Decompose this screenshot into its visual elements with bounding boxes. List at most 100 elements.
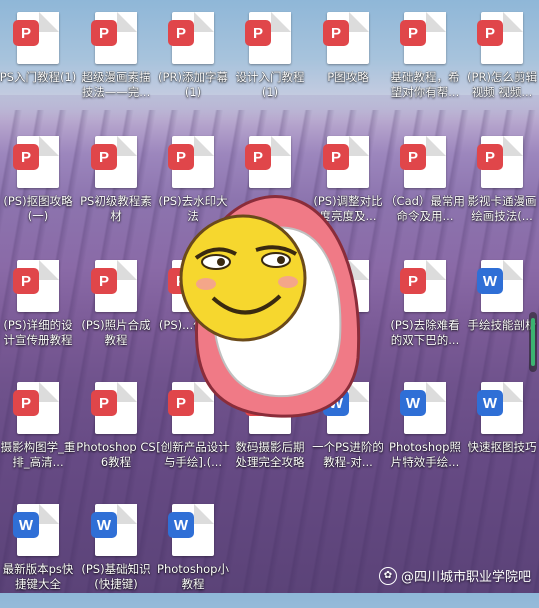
desktop-file-label: 摄影构图学_重排_高清...	[0, 440, 76, 469]
desktop-file-label: 数码摄影后期处理完全攻略	[235, 440, 305, 469]
desktop-file-item[interactable]: P 超级漫画素描技法——完...	[77, 4, 155, 116]
desktop-file-item[interactable]: P (PR)添加字幕(1)	[154, 4, 232, 116]
desktop-file-label: Photoshop CS6教程	[76, 440, 156, 469]
vertical-scrollbar[interactable]	[529, 312, 537, 372]
pdf-badge-icon: P	[13, 144, 39, 170]
pdf-badge-icon: P	[400, 20, 426, 46]
pdf-badge-icon: P	[245, 144, 271, 170]
desktop-file-item[interactable]: P Photoshop CS6教程	[76, 374, 156, 486]
desktop-file-label: (PS)去除难看的双下巴的...	[390, 318, 460, 347]
desktop-file-item[interactable]: W 手绘技能剖析	[463, 252, 539, 364]
pdf-file-icon: P	[245, 136, 291, 188]
pdf-badge-icon: P	[91, 390, 117, 416]
pdf-file-icon: P	[400, 136, 446, 188]
desktop-file-label: 基础教程，希望对你有帮...	[390, 70, 460, 99]
pdf-badge-icon: P	[323, 144, 349, 170]
desktop-file-label: PS入门教程(1)	[0, 70, 77, 84]
pdf-file-icon: P	[13, 136, 59, 188]
pdf-file-icon: P	[13, 382, 59, 434]
desktop-file-label: Photoshop照片特效手绘...	[389, 440, 461, 469]
desktop-file-label: 影视卡通漫画绘画技法(...	[467, 194, 537, 223]
pdf-badge-icon: P	[168, 20, 194, 46]
desktop-file-label: (PR)添加字幕(1)	[158, 70, 228, 99]
pdf-badge-icon: P	[477, 144, 503, 170]
desktop-file-item[interactable]: P (PS)照片合成教程	[77, 252, 155, 364]
pdf-file-icon: P	[13, 12, 59, 64]
pdf-file-icon: P	[323, 12, 369, 64]
word-file-icon: W	[477, 382, 523, 434]
desktop-file-item[interactable]: P 设计入门教程(1)	[231, 4, 309, 116]
pdf-badge-icon: P	[91, 268, 117, 294]
pdf-file-icon: P	[168, 12, 214, 64]
desktop-file-item[interactable]: P PS初级教程素材	[77, 128, 155, 240]
pdf-file-icon: P	[245, 12, 291, 64]
desktop-file-item[interactable]: P (PS)抠图攻略(一)	[0, 128, 77, 240]
desktop-file-item[interactable]: P (PR)怎么剪辑视频 视频...	[463, 4, 539, 116]
desktop-file-label: 快速抠图技巧	[467, 440, 537, 454]
pdf-badge-icon: P	[400, 144, 426, 170]
pdf-file-icon: P	[13, 260, 59, 312]
pdf-file-icon: P	[91, 260, 137, 312]
pdf-badge-icon: P	[91, 144, 117, 170]
desktop-file-label: 手绘技能剖析	[467, 318, 537, 332]
desktop-file-label: (PS)照片合成教程	[81, 318, 151, 347]
word-badge-icon: W	[400, 390, 426, 416]
desktop-file-label: 设计入门教程(1)	[235, 70, 305, 99]
desktop-file-label: [创新产品设计与手绘].(...	[156, 440, 230, 469]
word-badge-icon: W	[13, 512, 39, 538]
desktop-file-item[interactable]: W 快速抠图技巧	[463, 374, 539, 486]
desktop-file-item[interactable]: P 摄影构图学_重排_高清...	[0, 374, 77, 486]
desktop-file-item[interactable]: W Photoshop照片特效手绘...	[386, 374, 464, 486]
desktop-file-label: 最新版本ps快捷键大全	[2, 562, 74, 591]
desktop-file-label: (PS)基础知识(快捷键)	[81, 562, 151, 591]
pdf-file-icon: P	[91, 382, 137, 434]
word-file-icon: W	[91, 504, 137, 556]
desktop-file-label: (PR)怎么剪辑视频 视频...	[467, 70, 537, 99]
pdf-file-icon: P	[477, 136, 523, 188]
desktop-file-label: (PS)详细的设计宣传册教程	[3, 318, 73, 347]
pdf-file-icon: P	[323, 136, 369, 188]
pdf-file-icon: P	[400, 12, 446, 64]
word-file-icon: W	[13, 504, 59, 556]
desktop-file-item[interactable]: W Photoshop小教程	[154, 496, 232, 608]
word-file-icon: W	[400, 382, 446, 434]
desktop-file-label: (PS)抠图攻略(一)	[3, 194, 73, 223]
desktop-file-item[interactable]: W 最新版本ps快捷键大全	[0, 496, 77, 608]
pdf-file-icon: P	[91, 12, 137, 64]
desktop-file-item[interactable]: W (PS)基础知识(快捷键)	[77, 496, 155, 608]
desktop-file-label: 一个PS进阶的教程-对...	[312, 440, 384, 469]
word-badge-icon: W	[91, 512, 117, 538]
desktop-file-label: （Cad）最常用命令及用...	[385, 194, 465, 223]
desktop-file-item[interactable]: P (PS)去除难看的双下巴的...	[386, 252, 464, 364]
word-file-icon: W	[168, 504, 214, 556]
watermark-text: @四川城市职业学院吧	[400, 570, 531, 585]
pdf-file-icon: P	[477, 12, 523, 64]
desktop-file-item[interactable]: P PS入门教程(1)	[0, 4, 77, 116]
desktop-file-label: PS初级教程素材	[80, 194, 152, 223]
desktop-file-item[interactable]: P （Cad）最常用命令及用...	[385, 128, 465, 240]
pdf-badge-icon: P	[477, 20, 503, 46]
pdf-file-icon: P	[91, 136, 137, 188]
pdf-badge-icon: P	[13, 20, 39, 46]
pdf-badge-icon: P	[13, 390, 39, 416]
pdf-badge-icon: P	[400, 268, 426, 294]
desktop-file-label: 超级漫画素描技法——完...	[81, 70, 151, 99]
pdf-badge-icon: P	[168, 144, 194, 170]
word-badge-icon: W	[477, 268, 503, 294]
pdf-badge-icon: P	[91, 20, 117, 46]
desktop-file-item[interactable]: P (PS)详细的设计宣传册教程	[0, 252, 77, 364]
pdf-file-icon: P	[168, 136, 214, 188]
desktop-file-item[interactable]: P 影视卡通漫画绘画技法(...	[463, 128, 539, 240]
desktop-file-item[interactable]: P P图攻略	[309, 4, 387, 116]
pdf-badge-icon: P	[245, 20, 271, 46]
word-file-icon: W	[477, 260, 523, 312]
emoji-sticker	[179, 195, 361, 418]
desktop-file-item[interactable]: P 基础教程，希望对你有帮...	[386, 4, 464, 116]
pdf-badge-icon: P	[323, 20, 349, 46]
paw-icon: ✿	[378, 566, 397, 585]
word-badge-icon: W	[168, 512, 194, 538]
pdf-badge-icon: P	[13, 268, 39, 294]
word-badge-icon: W	[477, 390, 503, 416]
desktop-file-label: Photoshop小教程	[157, 562, 229, 591]
desktop-file-label: P图攻略	[327, 70, 369, 84]
